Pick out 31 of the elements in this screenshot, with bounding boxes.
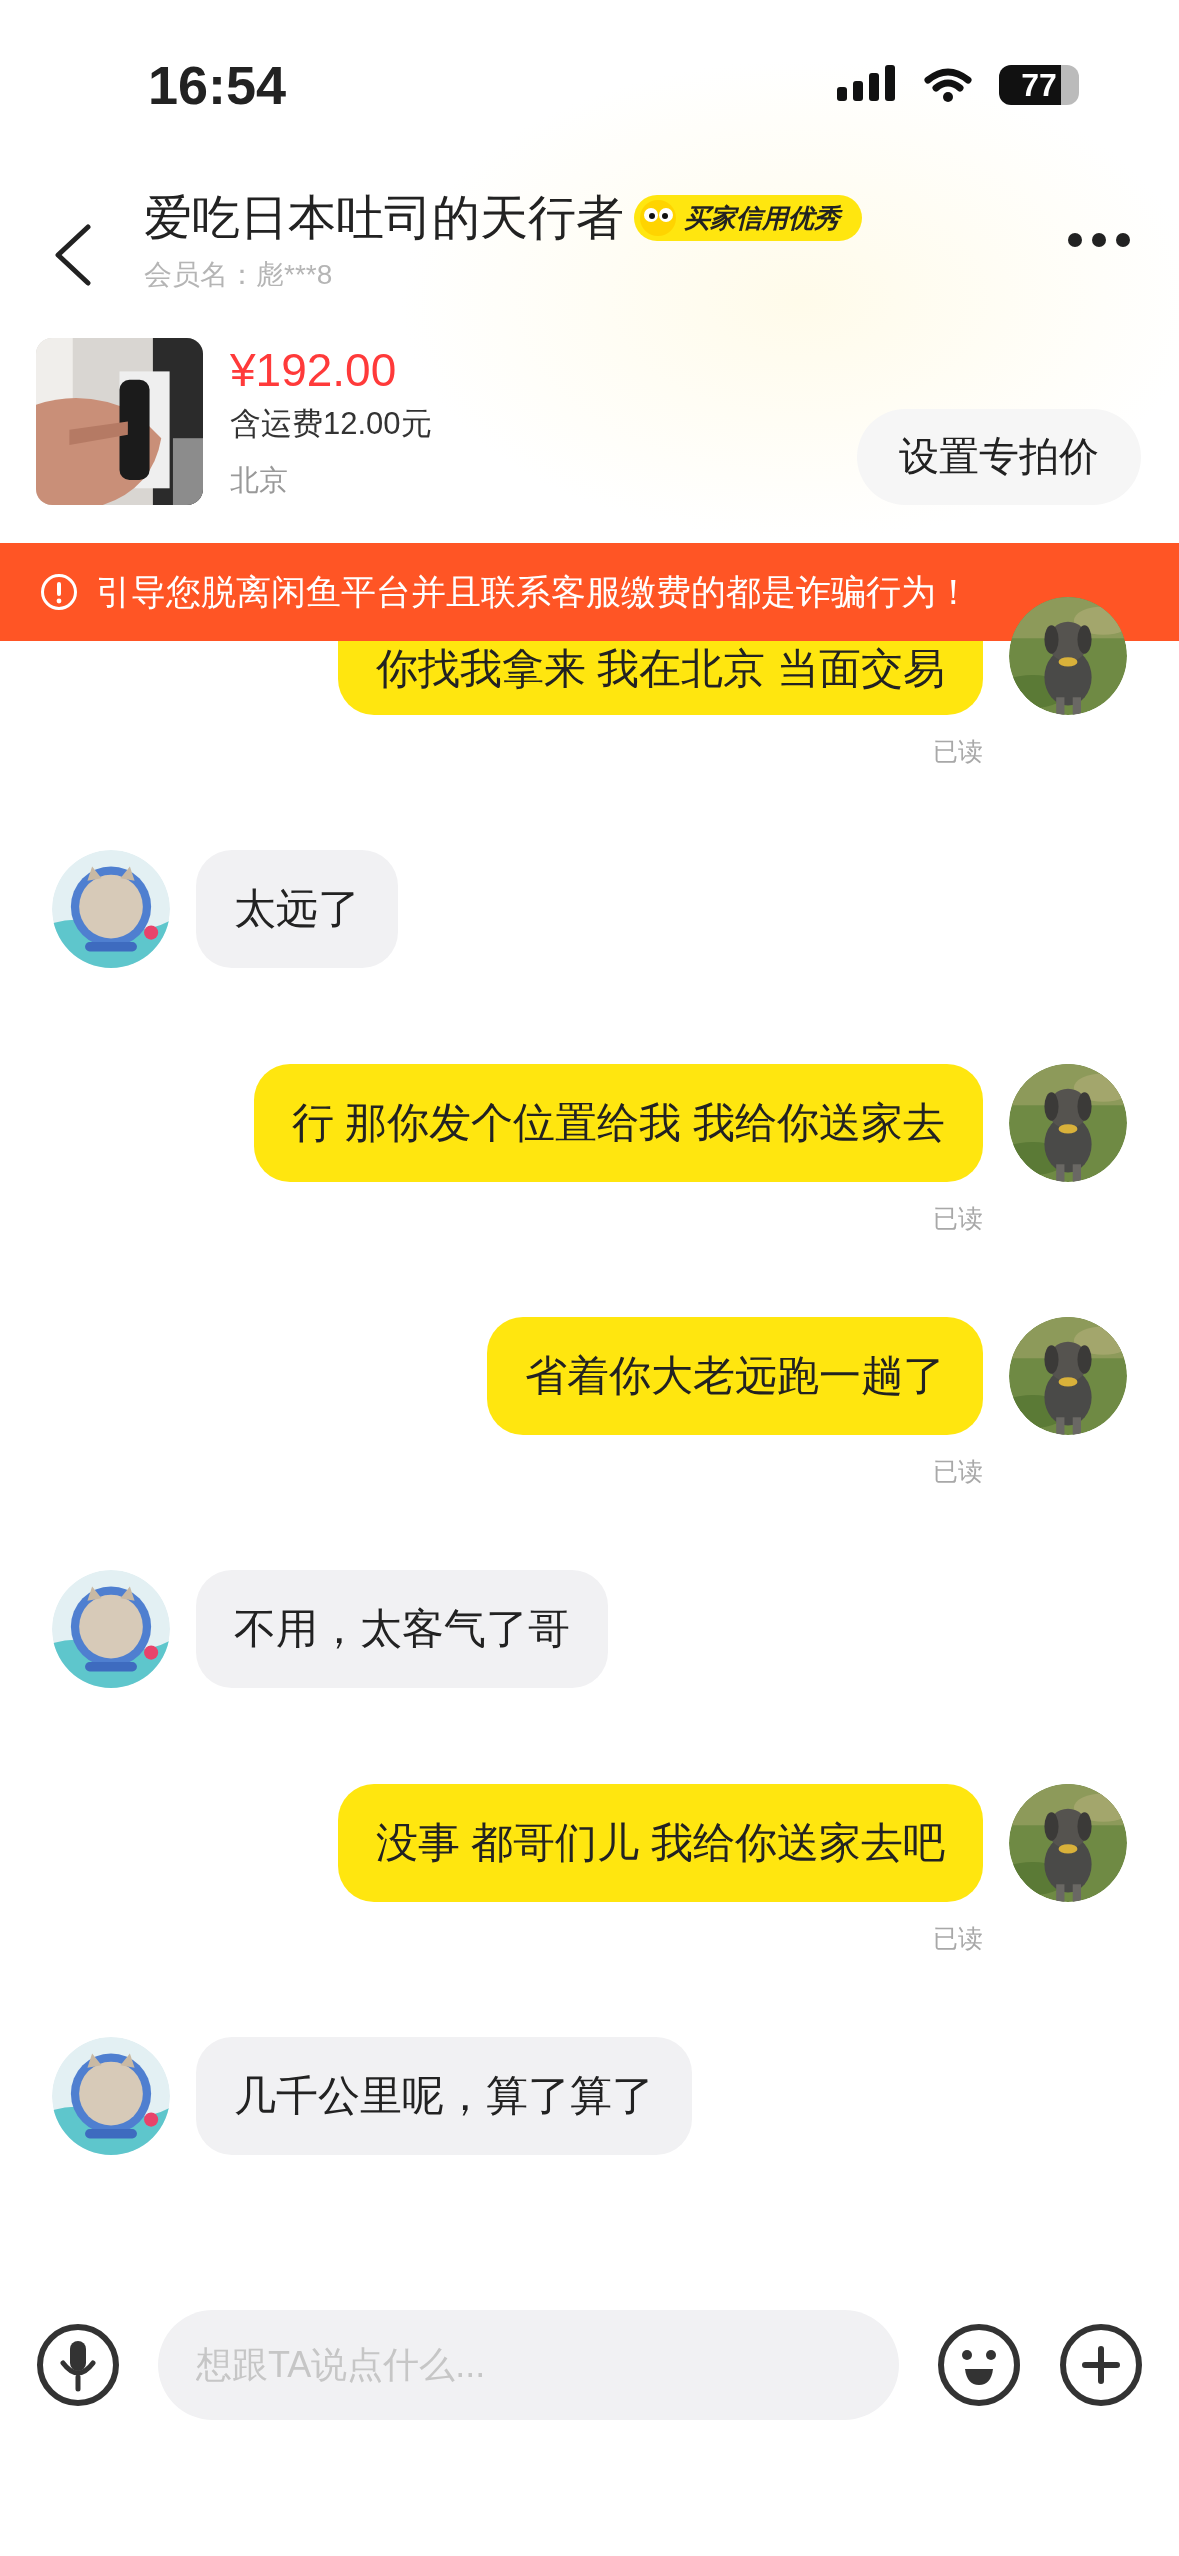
message-bubble: 省着你大老远跑一趟了 (487, 1317, 983, 1435)
avatar[interactable] (52, 2037, 170, 2155)
read-receipt: 已读 (932, 1203, 984, 1234)
microphone-icon[interactable] (36, 2323, 120, 2407)
mascot-icon (638, 198, 678, 238)
message-bubble: 行 那你发个位置给我 我给你送家去 (253, 1064, 983, 1182)
message-bubble: 你找我拿来 我在北京 当面交易 (337, 641, 983, 715)
credit-badge: 买家信用优秀 (634, 195, 862, 241)
read-receipt: 已读 (932, 1456, 984, 1487)
avatar[interactable] (52, 850, 170, 968)
member-name: 会员名：彪***8 (144, 258, 334, 292)
message-bubble: 太远了 (196, 850, 398, 968)
clock: 16:54 (148, 54, 288, 116)
warning-icon (40, 573, 78, 611)
emoji-icon[interactable] (937, 2323, 1021, 2407)
battery-icon: 77 (999, 65, 1079, 105)
set-price-button[interactable]: 设置专拍价 (857, 408, 1141, 505)
message-bubble: 几千公里呢，算了算了 (196, 2037, 692, 2155)
read-receipt: 已读 (932, 736, 984, 767)
price: ¥192.00 (230, 342, 398, 397)
location: 北京 (230, 462, 289, 498)
message-bubble: 没事 都哥们儿 我给你送家去吧 (337, 1784, 983, 1902)
avatar[interactable] (52, 1570, 170, 1688)
more-icon[interactable] (1067, 232, 1131, 248)
read-receipt: 已读 (932, 1923, 984, 1954)
wifi-icon (923, 66, 973, 104)
shipping-fee: 含运费12.00元 (230, 404, 433, 443)
add-icon[interactable] (1059, 2323, 1143, 2407)
chat-title: 爱吃日本吐司的天行者 (144, 190, 624, 246)
message-bubble: 不用，太客气了哥 (196, 1570, 608, 1688)
warning-text: 引导您脱离闲鱼平台并且联系客服缴费的都是诈骗行为！ (96, 570, 971, 613)
